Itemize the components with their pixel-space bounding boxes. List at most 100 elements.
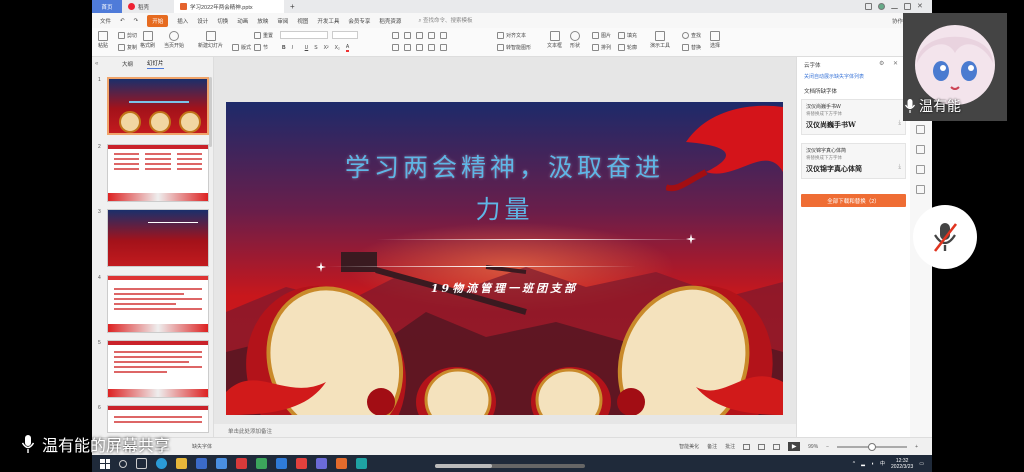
download-replace-all-button[interactable]: 全部下载和替换（2） — [801, 194, 906, 207]
mail-icon[interactable] — [216, 458, 227, 469]
align-left-icon[interactable] — [392, 44, 399, 51]
reading-view-icon[interactable] — [773, 443, 781, 450]
mute-toggle-button[interactable] — [913, 205, 977, 269]
font-side-icon[interactable] — [916, 185, 925, 194]
format-painter-button[interactable]: 格式刷 — [140, 31, 155, 49]
find-button[interactable]: 查找 — [682, 32, 701, 39]
file-menu[interactable]: 文件 — [100, 17, 111, 25]
notification-icon[interactable]: ▭ — [919, 461, 924, 467]
slide-thumbnail[interactable] — [107, 144, 209, 202]
menu-view[interactable]: 视图 — [297, 17, 308, 25]
app-icon-orange[interactable] — [336, 458, 347, 469]
indent-decrease-icon[interactable] — [416, 32, 423, 39]
notes-area[interactable]: 单击此处添加备注 — [214, 424, 796, 437]
download-icon[interactable]: ⤓ — [898, 164, 901, 171]
slide-editor[interactable]: 学习两会精神，汲取奋进 力量 19物流管理一班团支部 — [226, 102, 783, 415]
numbering-icon[interactable] — [404, 32, 411, 39]
volume-icon[interactable]: ◖ — [871, 461, 874, 467]
play-current-button[interactable]: 当页开始 — [164, 31, 184, 49]
edge-icon[interactable] — [156, 458, 167, 469]
slide-thumbnail[interactable] — [107, 209, 209, 267]
bullets-icon[interactable] — [392, 32, 399, 39]
strike-icon[interactable]: S — [314, 45, 317, 51]
select-button[interactable]: 选择 — [710, 31, 720, 49]
menu-slideshow[interactable]: 放映 — [257, 17, 268, 25]
collab-button[interactable]: 协作 — [892, 17, 903, 25]
new-slide-button[interactable]: 新建幻灯片 — [198, 31, 223, 49]
app-icon-red[interactable] — [236, 458, 247, 469]
store-icon[interactable] — [196, 458, 207, 469]
tab-outline[interactable]: 大纲 — [122, 60, 133, 68]
menu-developer[interactable]: 开发工具 — [317, 17, 339, 25]
zoom-level[interactable]: 99% — [808, 444, 818, 450]
zoom-in-icon[interactable]: + — [915, 444, 918, 450]
tab-template[interactable]: 稻壳 — [122, 0, 174, 13]
clock[interactable]: 12:32 2022/3/23 — [891, 458, 913, 470]
section-button[interactable]: 节 — [254, 44, 268, 51]
tab-slides[interactable]: 幻灯片 — [147, 59, 164, 69]
font-family-select[interactable] — [280, 31, 328, 39]
outline-button[interactable]: 轮廓 — [618, 44, 637, 51]
zoom-slider-knob[interactable] — [868, 442, 877, 451]
reset-button[interactable]: 重置 — [254, 32, 273, 39]
align-text-button[interactable]: 对齐文本 — [497, 32, 526, 39]
menu-review[interactable]: 审阅 — [277, 17, 288, 25]
paste-button[interactable]: 粘贴 — [98, 31, 108, 49]
slide-thumbnail[interactable] — [107, 405, 209, 433]
search-icon[interactable] — [119, 459, 127, 468]
font-size-select[interactable] — [332, 31, 358, 39]
line-spacing-icon[interactable] — [440, 32, 447, 39]
app-icon-teal[interactable] — [356, 458, 367, 469]
justify-icon[interactable] — [428, 44, 435, 51]
tray-arrow-icon[interactable]: ^ — [853, 461, 855, 467]
smart-beautify-button[interactable]: 智能美化 — [679, 443, 699, 450]
panel-scrollbar[interactable] — [209, 77, 212, 147]
menu-transition[interactable]: 切换 — [217, 17, 228, 25]
sorter-view-icon[interactable] — [758, 443, 766, 450]
text-box-button[interactable]: 文本框 — [547, 31, 562, 49]
tab-home[interactable]: 首页 — [92, 0, 122, 13]
folder-icon[interactable] — [176, 458, 187, 469]
undo-icon[interactable]: ↶ — [120, 18, 125, 24]
comment-toggle[interactable]: 批注 — [725, 443, 735, 450]
location-icon[interactable] — [916, 165, 925, 174]
command-search[interactable]: ⌕ 查找命令、搜索模板 — [418, 16, 472, 25]
text-side-icon[interactable] — [916, 145, 925, 154]
ime-icon[interactable]: 中 — [880, 460, 885, 467]
tab-file[interactable]: 学习2022年两会精神.pptx — [174, 0, 284, 13]
close-auto-show-link[interactable]: 关闭自动展示缺失字体列表 — [804, 73, 864, 80]
missing-font-card[interactable]: 汉仪尚巍手书W 将替换成下方字体 汉仪尚巍手书W ⤓ — [801, 99, 906, 135]
cut-button[interactable]: 剪切 — [118, 32, 137, 39]
maximize-icon[interactable] — [904, 3, 911, 10]
new-tab-button[interactable]: + — [284, 0, 301, 13]
panel-close-icon[interactable]: ✕ — [893, 60, 898, 67]
menu-animation[interactable]: 动画 — [237, 17, 248, 25]
menu-member[interactable]: 会员专享 — [348, 17, 370, 25]
close-icon[interactable]: ✕ — [917, 3, 924, 10]
layout-button[interactable]: 版式 — [232, 44, 251, 51]
app-icon-chat[interactable] — [316, 458, 327, 469]
underline-icon[interactable]: U — [305, 45, 309, 51]
align-center-icon[interactable] — [404, 44, 411, 51]
bold-icon[interactable]: B — [282, 45, 286, 51]
presentation-tools-button[interactable]: 演示工具 — [650, 31, 670, 49]
slideshow-play-button[interactable]: ▶ — [788, 442, 801, 451]
menu-docer[interactable]: 稻壳资源 — [379, 17, 401, 25]
app-icon-blue[interactable] — [276, 458, 287, 469]
app-icon-green[interactable] — [256, 458, 267, 469]
arrange-button[interactable]: 排列 — [592, 44, 611, 51]
italic-icon[interactable]: I — [292, 45, 299, 52]
zoom-slider[interactable] — [837, 442, 908, 451]
subscript-icon[interactable]: X₂ — [335, 45, 340, 51]
video-progress-bar[interactable] — [435, 464, 585, 468]
notes-toggle[interactable]: 备注 — [707, 443, 717, 450]
picture-side-icon[interactable] — [916, 125, 925, 134]
download-icon[interactable]: ⤓ — [898, 120, 901, 127]
redo-icon[interactable]: ↷ — [134, 18, 139, 24]
collapse-panel-icon[interactable]: « — [95, 61, 98, 67]
normal-view-icon[interactable] — [743, 443, 751, 450]
menu-design[interactable]: 设计 — [197, 17, 208, 25]
menu-insert[interactable]: 插入 — [177, 17, 188, 25]
shape-button[interactable]: 形状 — [570, 31, 580, 49]
avatar-small[interactable] — [878, 3, 885, 10]
